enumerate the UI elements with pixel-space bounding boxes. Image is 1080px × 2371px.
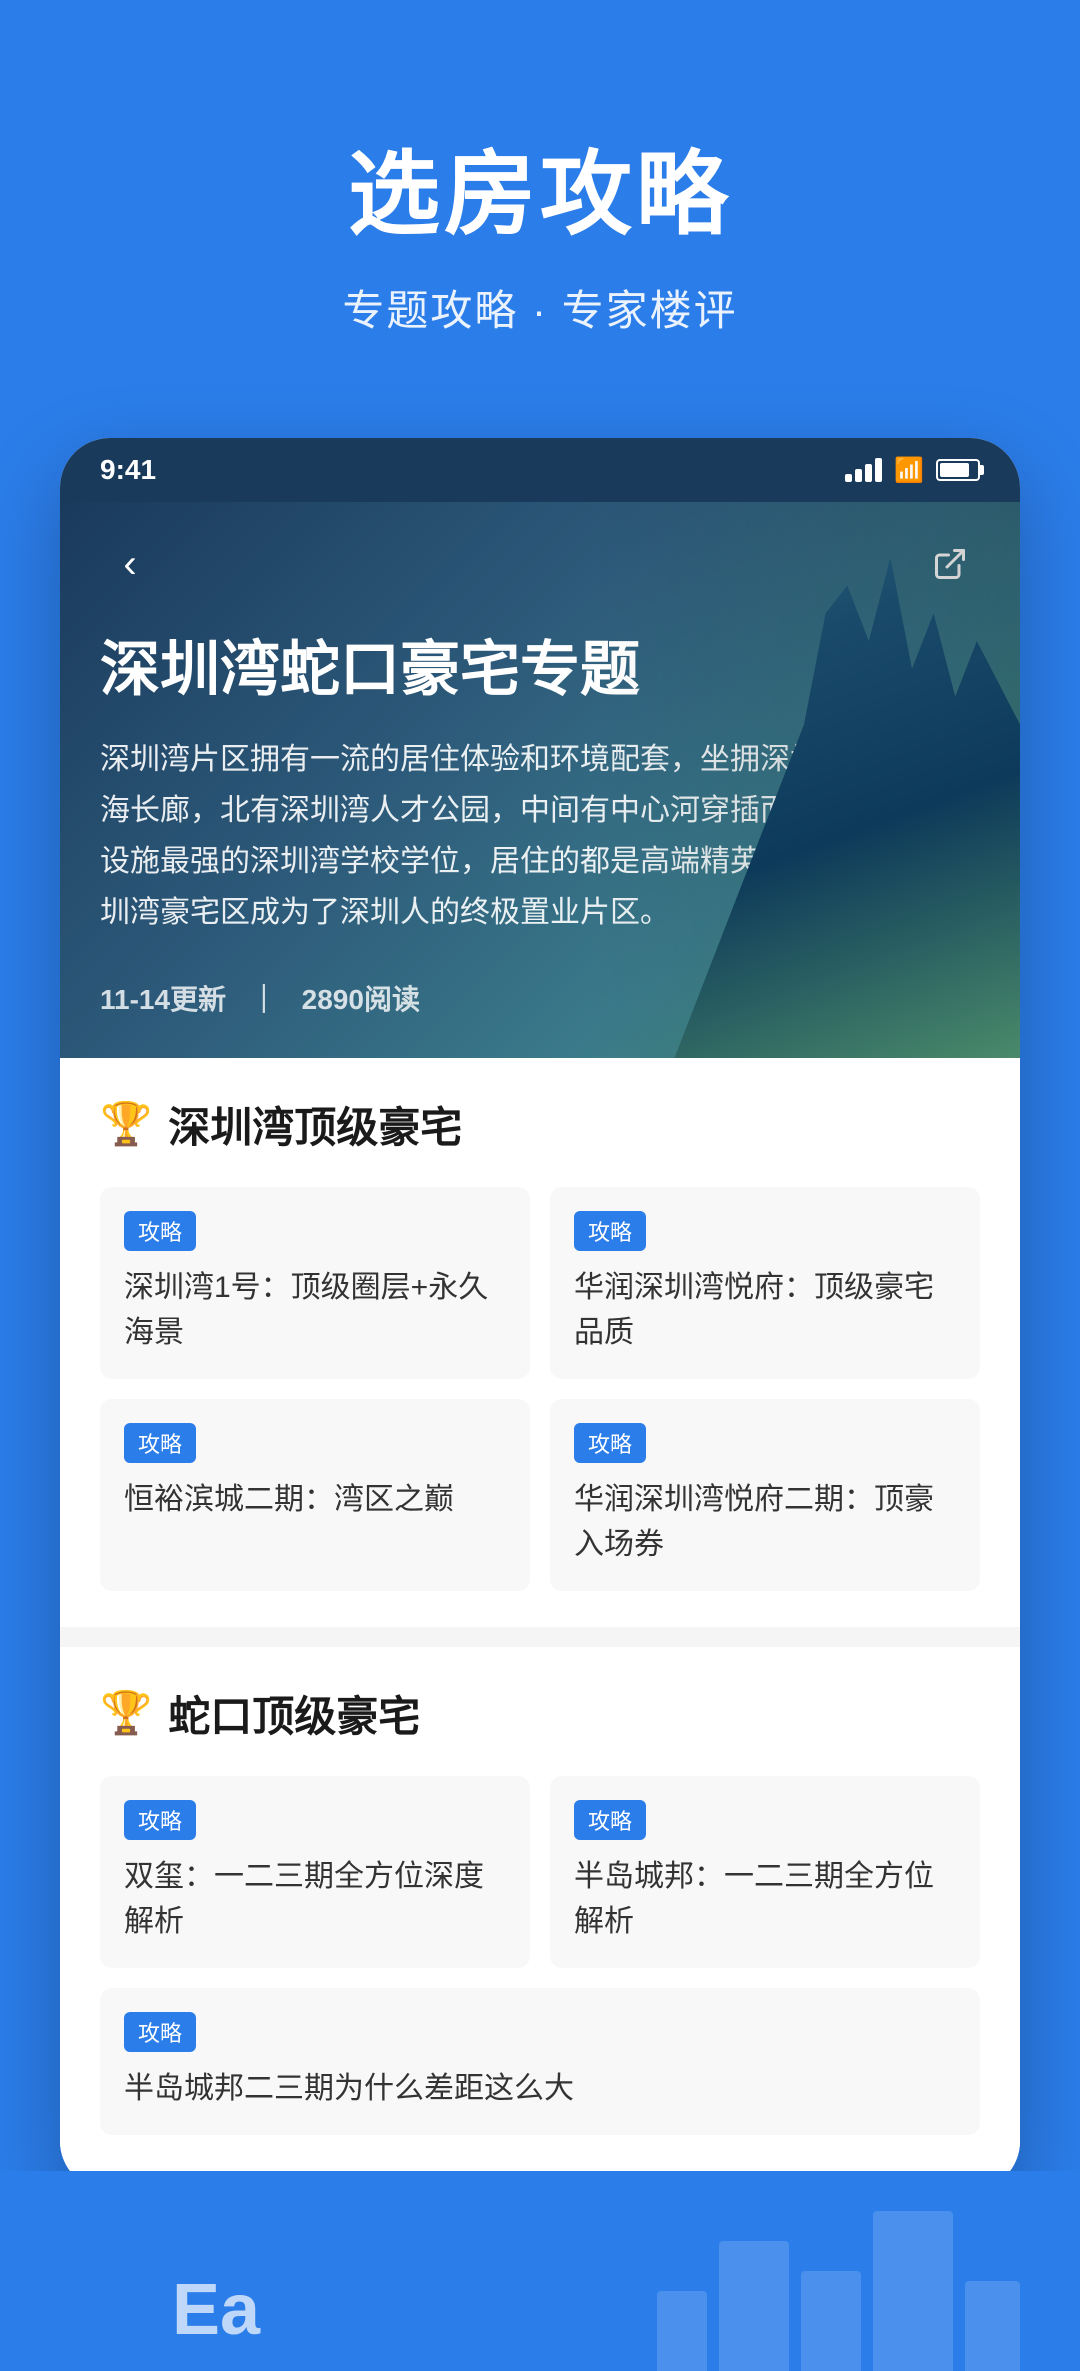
city-silhouette	[657, 2211, 1020, 2371]
article-card-title-1-1: 深圳湾1号：顶级圈层+永久海景	[124, 1265, 506, 1355]
status-icons: 📶	[845, 456, 980, 485]
wifi-icon: 📶	[894, 456, 924, 485]
status-time: 9:41	[100, 454, 156, 486]
status-bar: 9:41 📶	[60, 438, 1020, 502]
section-title-2: 蛇口顶级豪宅	[168, 1683, 420, 1744]
article-card-2-2[interactable]: 攻略 半岛城邦：一二三期全方位解析	[550, 1776, 980, 1968]
article-card-title-2-2: 半岛城邦：一二三期全方位解析	[574, 1854, 956, 1944]
hero-title: 选房攻略	[60, 120, 1020, 253]
article-card-1-2[interactable]: 攻略 华润深圳湾悦府：顶级豪宅品质	[550, 1187, 980, 1379]
bottom-area: Ea	[0, 2171, 1080, 2371]
hero-section: 选房攻略 专题攻略 · 专家楼评	[0, 0, 1080, 398]
section-header-2: 🏆 蛇口顶级豪宅	[100, 1683, 980, 1744]
article-card-2-3[interactable]: 攻略 半岛城邦二三期为什么差距这么大	[100, 1988, 980, 2135]
tag-badge-1-3: 攻略	[124, 1423, 196, 1463]
trophy-icon-2: 🏆	[100, 1689, 152, 1738]
article-card-title-2-3: 半岛城邦二三期为什么差距这么大	[124, 2066, 956, 2111]
battery-icon	[936, 459, 980, 481]
article-card-1-4[interactable]: 攻略 华润深圳湾悦府二期：顶豪入场券	[550, 1399, 980, 1591]
article-card-1-1[interactable]: 攻略 深圳湾1号：顶级圈层+永久海景	[100, 1187, 530, 1379]
article-card-title-1-4: 华润深圳湾悦府二期：顶豪入场券	[574, 1477, 956, 1567]
city-overlay	[588, 502, 1020, 1058]
tag-badge-2-3: 攻略	[124, 2012, 196, 2052]
section-shekou: 🏆 蛇口顶级豪宅 攻略 双玺：一二三期全方位深度解析 攻略 半岛城邦：一二三期全…	[60, 1647, 1020, 2171]
tag-badge-1-2: 攻略	[574, 1211, 646, 1251]
section-shenzhen-bay: 🏆 深圳湾顶级豪宅 攻略 深圳湾1号：顶级圈层+永久海景 攻略 华润深圳湾悦府：…	[60, 1058, 1020, 1627]
trophy-icon-1: 🏆	[100, 1100, 152, 1149]
tag-badge-2-1: 攻略	[124, 1800, 196, 1840]
article-grid-1: 攻略 深圳湾1号：顶级圈层+永久海景 攻略 华润深圳湾悦府：顶级豪宅品质 攻略 …	[100, 1187, 980, 1591]
section-header-1: 🏆 深圳湾顶级豪宅	[100, 1094, 980, 1155]
article-card-2-1[interactable]: 攻略 双玺：一二三期全方位深度解析	[100, 1776, 530, 1968]
tag-badge-1-1: 攻略	[124, 1211, 196, 1251]
article-card-1-3[interactable]: 攻略 恒裕滨城二期：湾区之巅	[100, 1399, 530, 1591]
article-card-title-2-1: 双玺：一二三期全方位深度解析	[124, 1854, 506, 1944]
ea-text: Ea	[172, 2269, 260, 2351]
tag-badge-2-2: 攻略	[574, 1800, 646, 1840]
article-card-title-1-3: 恒裕滨城二期：湾区之巅	[124, 1477, 506, 1522]
section-title-1: 深圳湾顶级豪宅	[168, 1094, 462, 1155]
hero-subtitle: 专题攻略 · 专家楼评	[60, 277, 1020, 338]
tag-badge-1-4: 攻略	[574, 1423, 646, 1463]
article-card-title-1-2: 华润深圳湾悦府：顶级豪宅品质	[574, 1265, 956, 1355]
article-read-count: 2890阅读	[302, 984, 420, 1015]
article-update-date: 11-14更新	[100, 984, 226, 1015]
article-grid-2: 攻略 双玺：一二三期全方位深度解析 攻略 半岛城邦：一二三期全方位解析 攻略 半…	[100, 1776, 980, 2135]
meta-separator: ｜	[250, 984, 278, 1015]
back-button[interactable]: ‹	[100, 534, 160, 594]
content-area: 🏆 深圳湾顶级豪宅 攻略 深圳湾1号：顶级圈层+永久海景 攻略 华润深圳湾悦府：…	[60, 1058, 1020, 2171]
phone-mockup: 9:41 📶 ‹	[60, 438, 1020, 2191]
signal-icon	[845, 458, 882, 482]
article-header: ‹ 深圳湾蛇口豪宅专题 深圳湾片区拥有一流的居住体验和环境配套，坐拥深圳湾15公…	[60, 502, 1020, 1058]
